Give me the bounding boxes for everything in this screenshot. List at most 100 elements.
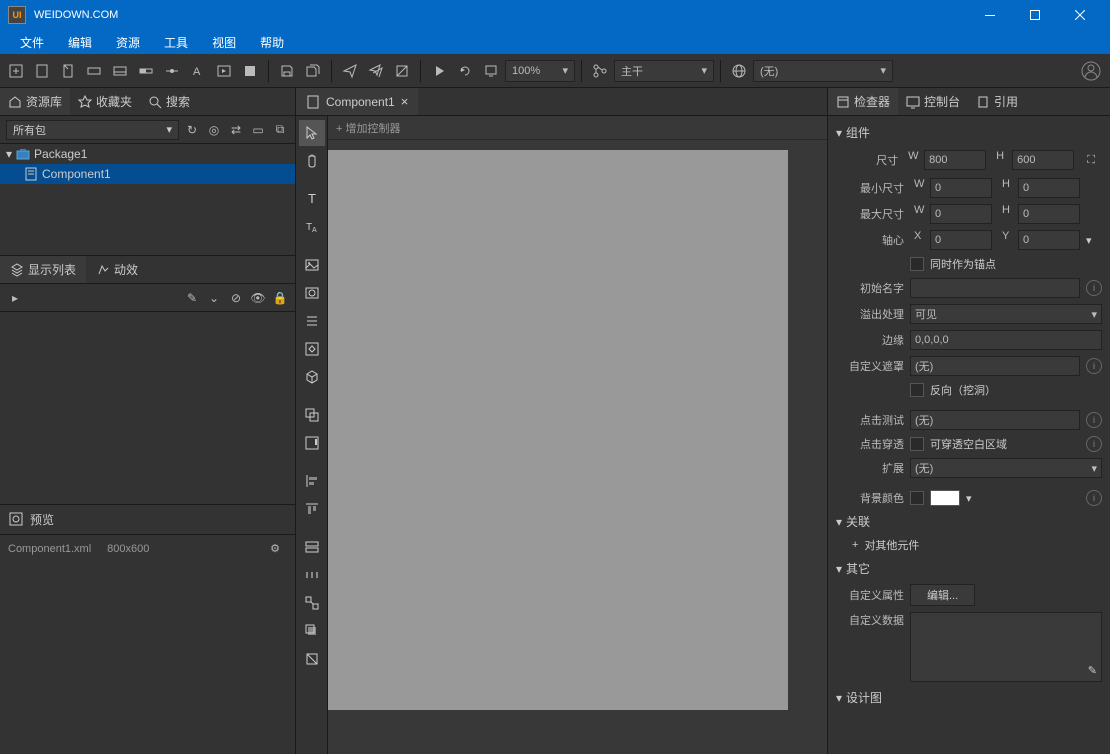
dist-h-tool[interactable] [299, 562, 325, 588]
loader-tool[interactable] [299, 336, 325, 362]
richtext-tool[interactable]: TA [299, 214, 325, 240]
info-icon[interactable]: i [1086, 490, 1102, 506]
list-tool[interactable] [299, 308, 325, 334]
clicktest-input[interactable] [910, 410, 1080, 430]
minw-input[interactable] [930, 178, 992, 198]
doc-tab-component1[interactable]: Component1 × [296, 88, 418, 115]
minh-input[interactable] [1018, 178, 1080, 198]
swap-button[interactable]: ⇄ [227, 121, 245, 139]
preview-settings-button[interactable]: ⚙ [263, 537, 287, 561]
extend-combo[interactable]: (无)▾ [910, 458, 1102, 478]
new-label-button[interactable] [82, 59, 106, 83]
maxw-input[interactable] [930, 204, 992, 224]
pivotx-input[interactable] [930, 230, 992, 250]
edit-customprop-button[interactable]: 编辑... [910, 584, 975, 606]
artboard[interactable] [328, 150, 788, 710]
clickthrough-checkbox[interactable] [910, 437, 924, 451]
save-button[interactable] [275, 59, 299, 83]
margin-input[interactable] [910, 330, 1102, 350]
menu-edit[interactable]: 编辑 [56, 31, 104, 54]
add-controller-button[interactable]: + 增加控制器 [336, 120, 400, 136]
relation-tool[interactable] [299, 590, 325, 616]
new-movieclip-button[interactable] [212, 59, 236, 83]
section-design[interactable]: ▾设计图 [828, 685, 1110, 710]
tab-search[interactable]: 搜索 [140, 88, 198, 115]
dl-eye-closed-button[interactable]: ⊘ [227, 286, 245, 310]
loader3d-tool[interactable] [299, 364, 325, 390]
move-front-tool[interactable] [299, 618, 325, 644]
height-input[interactable] [1012, 150, 1074, 170]
lang-combo[interactable]: (无)▾ [753, 60, 893, 82]
scrollpane-tool[interactable] [299, 430, 325, 456]
new-button-button[interactable] [56, 59, 80, 83]
section-other[interactable]: ▾其它 [828, 556, 1110, 581]
tab-library[interactable]: 资源库 [0, 88, 70, 115]
menu-tool[interactable]: 工具 [152, 31, 200, 54]
maxh-input[interactable] [1018, 204, 1080, 224]
arrow-tool[interactable] [299, 120, 325, 146]
tab-quote[interactable]: 引用 [968, 88, 1026, 115]
publish-button[interactable] [338, 59, 362, 83]
menu-file[interactable]: 文件 [8, 31, 56, 54]
new-progressbar-button[interactable] [134, 59, 158, 83]
canvas[interactable] [328, 140, 827, 754]
new-component-button[interactable] [30, 59, 54, 83]
dl-eye-button[interactable]: 👁 [249, 286, 267, 310]
new-slider-button[interactable] [160, 59, 184, 83]
info-icon[interactable]: i [1086, 436, 1102, 452]
dl-edit-button[interactable]: ✎ [183, 286, 201, 310]
anchor-checkbox[interactable] [910, 257, 924, 271]
text-tool[interactable]: T [299, 186, 325, 212]
copy-button[interactable]: ⧉ [271, 121, 289, 139]
close-tab-button[interactable]: × [401, 94, 409, 109]
import-button[interactable] [238, 59, 262, 83]
new-package-button[interactable] [4, 59, 28, 83]
tab-console[interactable]: 控制台 [898, 88, 968, 115]
new-font-button[interactable]: A [186, 59, 210, 83]
reset-button[interactable] [299, 646, 325, 672]
section-component[interactable]: ▾组件 [828, 120, 1110, 145]
tab-displaylist[interactable]: 显示列表 [0, 256, 86, 283]
publish-settings-button[interactable] [390, 59, 414, 83]
width-input[interactable] [924, 150, 986, 170]
reverse-checkbox[interactable] [910, 383, 924, 397]
branch-combo[interactable]: 主干▾ [614, 60, 714, 82]
width-same-tool[interactable] [299, 534, 325, 560]
fullscreen-icon[interactable]: ⛶ [1080, 148, 1102, 172]
device-button[interactable] [479, 59, 503, 83]
lang-icon[interactable] [727, 59, 751, 83]
tab-inspector[interactable]: 检查器 [828, 88, 898, 115]
pivoty-input[interactable] [1018, 230, 1080, 250]
zoom-combo[interactable]: 100%▾ [505, 60, 575, 82]
align-left-tool[interactable] [299, 468, 325, 494]
user-button[interactable] [1076, 56, 1106, 86]
bgcolor-checkbox[interactable] [910, 491, 924, 505]
info-icon[interactable]: i [1086, 412, 1102, 428]
tab-effects[interactable]: 动效 [86, 256, 148, 283]
image-tool[interactable] [299, 252, 325, 278]
group-tool[interactable] [299, 402, 325, 428]
branch-icon[interactable] [588, 59, 612, 83]
package-filter[interactable]: 所有包▾ [6, 120, 179, 140]
tree-package[interactable]: ▾Package1 [0, 144, 295, 164]
close-button[interactable] [1057, 1, 1102, 29]
menu-resource[interactable]: 资源 [104, 31, 152, 54]
refresh-lib-button[interactable]: ↻ [183, 121, 201, 139]
overflow-combo[interactable]: 可见▾ [910, 304, 1102, 324]
mask-input[interactable] [910, 356, 1080, 376]
initname-input[interactable] [910, 278, 1080, 298]
minimize-button[interactable] [967, 1, 1012, 29]
tree-component[interactable]: Component1 [0, 164, 295, 184]
collapse-button[interactable]: ▭ [249, 121, 267, 139]
customdata-textarea[interactable]: ✎ [910, 612, 1102, 682]
dl-lock-button[interactable]: 🔒 [271, 286, 289, 310]
play-button[interactable] [427, 59, 451, 83]
align-top-tool[interactable] [299, 496, 325, 522]
info-icon[interactable]: i [1086, 358, 1102, 374]
section-relation[interactable]: ▾关联 [828, 509, 1110, 534]
save-all-button[interactable] [301, 59, 325, 83]
bgcolor-swatch[interactable] [930, 490, 960, 506]
maximize-button[interactable] [1012, 1, 1057, 29]
tab-favorites[interactable]: 收藏夹 [70, 88, 140, 115]
info-icon[interactable]: i [1086, 280, 1102, 296]
